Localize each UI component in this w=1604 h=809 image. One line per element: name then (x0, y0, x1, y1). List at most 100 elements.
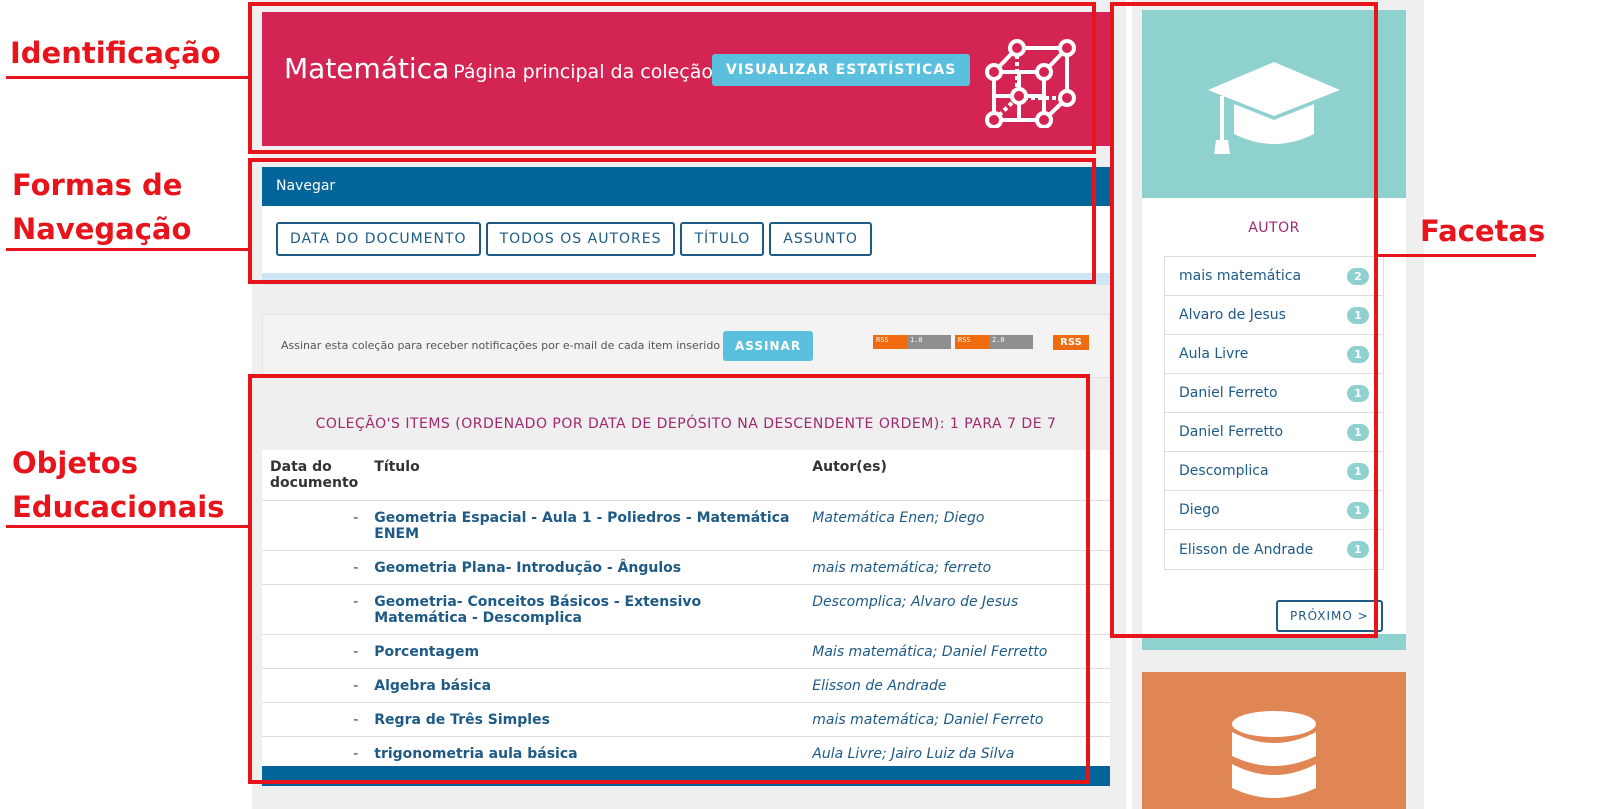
items-footer-bar (262, 766, 1110, 786)
rss-2-version: 2.0 (989, 335, 1033, 349)
facet-item-label: mais matemática (1179, 268, 1302, 284)
facet-item-label: Descomplica (1179, 463, 1269, 479)
view-statistics-button[interactable]: VISUALIZAR ESTATÍSTICAS (712, 54, 971, 86)
facet-count-badge: 1 (1347, 462, 1369, 480)
item-date: - (262, 668, 367, 703)
item-authors-link[interactable]: mais matemática; Daniel Ferreto (804, 702, 1110, 737)
items-panel: COLEÇÃO'S ITEMS (ORDENADO POR DATA DE DE… (262, 386, 1110, 793)
item-title-link[interactable]: Geometria- Conceitos Básicos - Extensivo… (366, 584, 805, 635)
facet-item[interactable]: Daniel Ferreto 1 (1165, 374, 1383, 413)
browse-footer (262, 273, 1110, 285)
item-title-link[interactable]: Porcentagem (366, 634, 805, 669)
rss-2-label: RSS (955, 335, 989, 349)
browse-by-subject-button[interactable]: ASSUNTO (769, 222, 872, 256)
item-authors-link[interactable]: Mais matemática; Daniel Ferretto (804, 634, 1110, 669)
item-authors-link[interactable]: Descomplica; Alvaro de Jesus (804, 584, 1110, 635)
database-card (1142, 672, 1406, 809)
collection-banner: Matemática Página principal da coleção VI… (262, 12, 1110, 146)
item-title-link[interactable]: Regra de Três Simples (366, 702, 805, 737)
facet-item[interactable]: Elisson de Andrade 1 (1165, 530, 1383, 569)
subscribe-button[interactable]: ASSINAR (723, 331, 814, 361)
facet-item-label: Daniel Ferretto (1179, 424, 1284, 440)
browse-by-author-button[interactable]: TODOS OS AUTORES (485, 222, 676, 256)
facet-item[interactable]: Alvaro de Jesus 1 (1165, 296, 1383, 335)
facet-count-badge: 2 (1347, 267, 1369, 285)
facet-next-button[interactable]: PRÓXIMO > (1276, 600, 1383, 632)
facet-footer-bar (1142, 634, 1406, 650)
facets-pointer-line (1376, 254, 1536, 257)
navigation-annotation-line1: Formas de (12, 168, 183, 202)
objects-annotation: Objetos Educacionais (12, 442, 224, 529)
date-column-header[interactable]: Data do documento (262, 450, 367, 501)
facet-title: AUTOR (1248, 220, 1300, 236)
graduation-cap-icon (1208, 62, 1340, 154)
rss-1-version: 1.0 (907, 335, 951, 349)
rss-1-feed-link[interactable]: RSS 1.0 (873, 335, 951, 349)
database-icon (1232, 711, 1316, 798)
item-date: - (262, 634, 367, 669)
collection-title: Matemática Página principal da coleção (284, 52, 713, 85)
subscribe-panel: Assinar esta coleção para receber notifi… (262, 314, 1110, 378)
title-column-header[interactable]: Título (366, 450, 805, 501)
table-row: - Algebra básica Elisson de Andrade (262, 668, 1110, 703)
facet-item-label: Diego (1179, 502, 1220, 518)
collection-subtitle: Página principal da coleção (453, 61, 714, 83)
item-authors-link[interactable]: Elisson de Andrade (804, 668, 1110, 703)
table-row: - Regra de Três Simples mais matemática;… (262, 702, 1110, 737)
table-row: - Geometria Espacial - Aula 1 - Poliedro… (262, 500, 1110, 551)
rss-feed-link[interactable]: RSS (1053, 335, 1089, 350)
objects-annotation-line2: Educacionais (12, 489, 225, 524)
facet-count-badge: 1 (1347, 306, 1369, 324)
item-authors-link[interactable]: Matemática Enen; Diego (804, 500, 1110, 551)
rss-1-label: RSS (873, 335, 907, 349)
page: Matemática Página principal da coleção VI… (0, 0, 1604, 809)
rss-2-feed-link[interactable]: RSS 2.0 (955, 335, 1033, 349)
author-facet-card: AUTOR mais matemática 2 Alvaro de Jesus … (1142, 10, 1406, 650)
objects-annotation-line1: Objetos (12, 446, 139, 480)
facet-count-badge: 1 (1347, 501, 1369, 519)
items-table: Data do documento Título Autor(es) - Geom… (262, 450, 1110, 771)
facet-item-label: Aula Livre (1179, 346, 1249, 362)
facet-item[interactable]: Diego 1 (1165, 491, 1383, 530)
browse-by-date-button[interactable]: DATA DO DOCUMENTO (276, 222, 481, 256)
item-authors-link[interactable]: mais matemática; ferreto (804, 550, 1110, 585)
item-title-link[interactable]: Geometria Plana- Introdução - Ângulos (366, 550, 805, 585)
facet-count-badge: 1 (1347, 384, 1369, 402)
browse-buttons: DATA DO DOCUMENTO TODOS OS AUTORES TÍTUL… (262, 206, 1110, 272)
date-header-line1: Data do (270, 459, 332, 475)
facets-annotation: Facetas (1420, 214, 1546, 248)
facet-count-badge: 1 (1347, 345, 1369, 363)
identification-annotation: Identificação (10, 36, 221, 70)
facet-count-badge: 1 (1347, 423, 1369, 441)
facet-item[interactable]: Daniel Ferretto 1 (1165, 413, 1383, 452)
identification-pointer-line (6, 76, 250, 79)
facet-count-badge: 1 (1347, 541, 1369, 558)
facet-item[interactable]: mais matemática 2 (1165, 257, 1383, 296)
collection-name: Matemática (284, 52, 450, 85)
browse-by-title-button[interactable]: TÍTULO (680, 222, 765, 256)
item-title-link[interactable]: Geometria Espacial - Aula 1 - Poliedros … (366, 500, 805, 551)
item-date: - (262, 550, 367, 585)
item-date: - (262, 584, 367, 635)
objects-pointer-line (6, 525, 250, 528)
browse-panel: Navegar DATA DO DOCUMENTO TODOS OS AUTOR… (262, 167, 1110, 285)
facet-item[interactable]: Descomplica 1 (1165, 452, 1383, 491)
item-date: - (262, 702, 367, 737)
item-date: - (262, 500, 367, 551)
facet-item[interactable]: Aula Livre 1 (1165, 335, 1383, 374)
subscribe-text: Assinar esta coleção para receber notifi… (281, 339, 721, 352)
cube-network-icon (985, 39, 1076, 128)
navigation-annotation-line2: Navegação (12, 211, 192, 246)
items-header-row: Data do documento Título Autor(es) (262, 450, 1110, 501)
facet-item-label: Alvaro de Jesus (1179, 307, 1286, 323)
navigation-annotation: Formas de Navegação (12, 164, 191, 251)
item-title-link[interactable]: Algebra básica (366, 668, 805, 703)
authors-column-header[interactable]: Autor(es) (804, 450, 1110, 501)
facet-item-label: Elisson de Andrade (1179, 541, 1314, 558)
navigation-pointer-line (6, 248, 250, 251)
table-row: - Geometria- Conceitos Básicos - Extensi… (262, 584, 1110, 635)
facet-list: mais matemática 2 Alvaro de Jesus 1 Aula… (1164, 256, 1384, 570)
table-row: - Porcentagem Mais matemática; Daniel Fe… (262, 634, 1110, 669)
facet-item-label: Daniel Ferreto (1179, 385, 1278, 401)
date-header-line2: documento (270, 475, 359, 491)
